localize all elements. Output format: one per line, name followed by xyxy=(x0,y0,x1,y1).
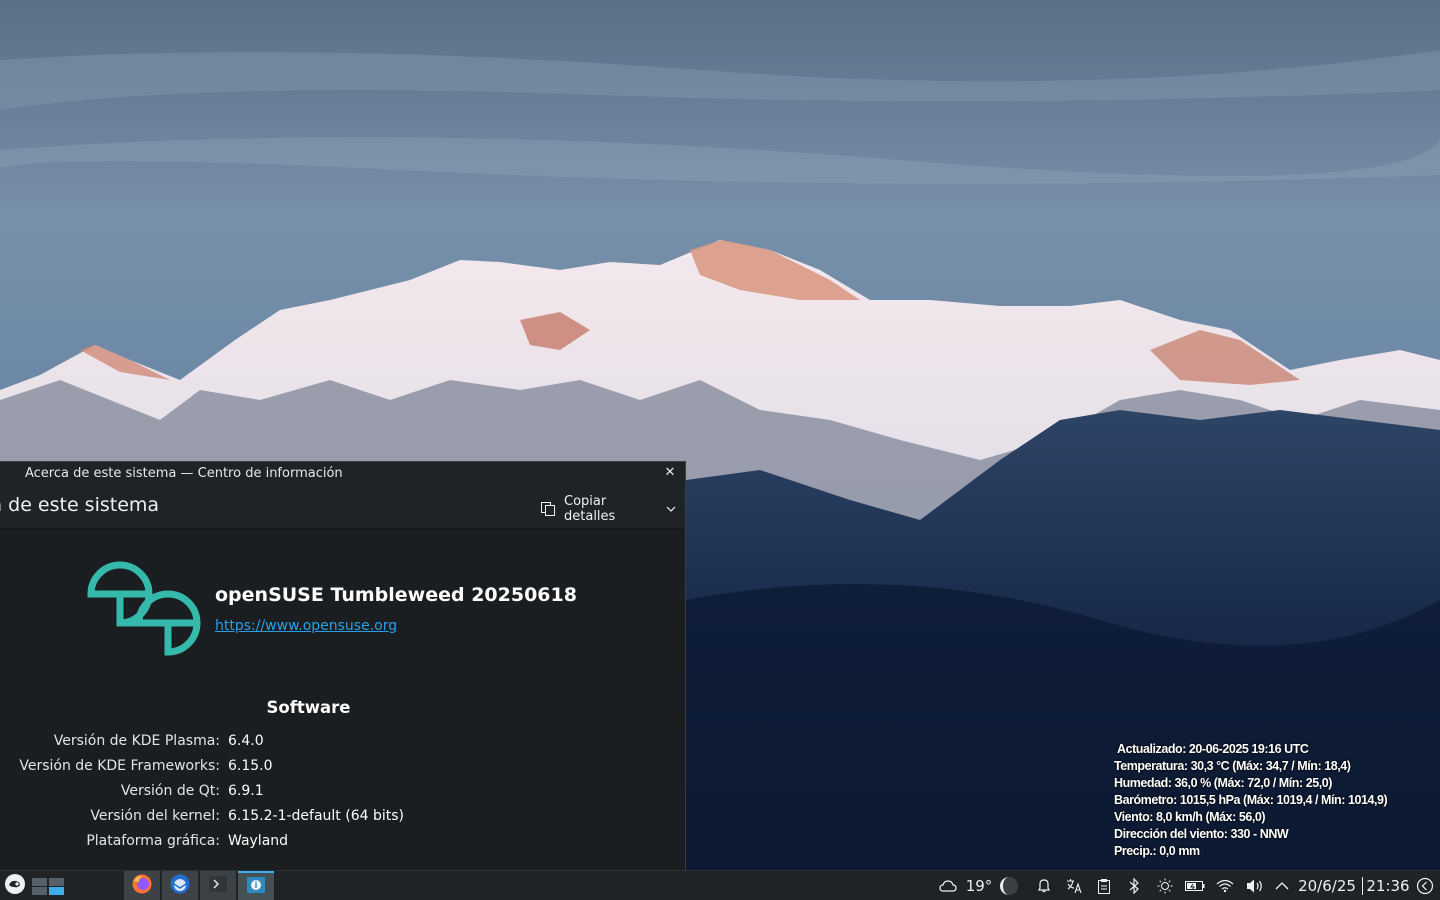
info-row: Plataforma gráfica: Wayland xyxy=(0,830,685,852)
info-label: Versión de Qt: xyxy=(120,783,220,799)
show-hidden-icon[interactable] xyxy=(1272,871,1292,900)
close-icon[interactable]: ✕ xyxy=(661,464,679,482)
wifi-icon[interactable] xyxy=(1214,871,1236,900)
opensuse-launcher-icon xyxy=(4,873,26,899)
weather-precipitation: Precip.: 0,0 mm xyxy=(1114,844,1200,858)
window-titlebar[interactable]: Acerca de este sistema — Centro de infor… xyxy=(0,462,685,486)
clock-time[interactable]: 21:36 xyxy=(1366,871,1410,900)
weather-wind-direction: Dirección del viento: 330 - NNW xyxy=(1114,827,1289,841)
copy-details-button[interactable]: Copiar detalles xyxy=(532,494,685,524)
info-row: Versión de Qt: 6.9.1 xyxy=(0,780,685,802)
clipboard-icon[interactable] xyxy=(1094,871,1114,900)
software-section-heading: Software xyxy=(266,698,351,717)
weather-updated: Actualizado: 20-06-2025 19:16 UTC xyxy=(1117,742,1309,756)
task-firefox[interactable] xyxy=(124,871,160,900)
translate-icon[interactable] xyxy=(1064,871,1084,900)
pager-icon xyxy=(32,878,64,895)
info-label: Plataforma gráfica: xyxy=(86,833,220,849)
peek-desktop-icon[interactable] xyxy=(1414,871,1436,900)
page-header: ca de este sistema Copiar detalles xyxy=(0,486,685,529)
weather-temperature: Temperatura: 30,3 °C (Máx: 34,7 / Mín: 1… xyxy=(1114,759,1351,773)
moon-icon[interactable] xyxy=(998,871,1020,900)
info-value: Wayland xyxy=(228,833,289,849)
info-value: 6.4.0 xyxy=(228,733,264,749)
weather-widget: Actualizado: 20-06-2025 19:16 UTC Temper… xyxy=(1114,741,1434,860)
weather-humidity: Humedad: 36,0 % (Máx: 72,0 / Mín: 25,0) xyxy=(1114,776,1332,790)
brightness-icon[interactable] xyxy=(1154,871,1176,900)
weather-pressure: Barómetro: 1015,5 hPa (Máx: 1019,4 / Mín… xyxy=(1114,793,1388,807)
task-konsole[interactable] xyxy=(200,871,236,900)
weather-wind: Viento: 8,0 km/h (Máx: 56,0) xyxy=(1114,810,1266,824)
page-title: ca de este sistema xyxy=(0,494,160,516)
thunderbird-icon xyxy=(169,873,191,899)
bluetooth-icon[interactable] xyxy=(1124,871,1144,900)
notifications-icon[interactable] xyxy=(1034,871,1054,900)
weather-cloud-icon[interactable] xyxy=(938,871,958,900)
info-row: Versión del kernel: 6.15.2-1-default (64… xyxy=(0,805,685,827)
info-value: 6.15.2-1-default (64 bits) xyxy=(228,808,404,824)
clock-separator xyxy=(1360,871,1364,900)
opensuse-logo xyxy=(86,553,202,673)
task-thunderbird[interactable] xyxy=(162,871,198,900)
distro-website-link[interactable]: https://www.opensuse.org xyxy=(215,618,397,634)
clock-date[interactable]: 20/6/25 xyxy=(1296,871,1358,900)
volume-icon[interactable] xyxy=(1244,871,1266,900)
virtual-desktop-pager[interactable] xyxy=(30,871,66,900)
info-value: 6.9.1 xyxy=(228,783,264,799)
about-content: openSUSE Tumbleweed 20250618 https://www… xyxy=(0,529,685,870)
distro-name: openSUSE Tumbleweed 20250618 xyxy=(215,584,577,606)
window-title: Acerca de este sistema — Centro de infor… xyxy=(25,466,343,481)
task-info-center[interactable] xyxy=(238,871,274,900)
info-row: Versión de KDE Frameworks: 6.15.0 xyxy=(0,755,685,777)
copy-details-label: Copiar detalles xyxy=(564,494,616,524)
app-launcher-button[interactable] xyxy=(2,871,28,900)
info-label: Versión del kernel: xyxy=(90,808,220,824)
info-center-icon xyxy=(245,874,267,900)
info-value: 6.15.0 xyxy=(228,758,273,774)
taskbar-panel: 19° 20/6/25 21:36 xyxy=(0,870,1440,900)
firefox-icon xyxy=(131,873,153,899)
info-center-window: Acerca de este sistema — Centro de infor… xyxy=(0,461,686,870)
weather-temperature-tray[interactable]: 19° xyxy=(962,871,996,900)
chevron-down-icon xyxy=(665,503,677,515)
info-row: Versión de KDE Plasma: 6.4.0 xyxy=(0,730,685,752)
battery-icon[interactable] xyxy=(1182,871,1208,900)
info-label: Versión de KDE Plasma: xyxy=(53,733,220,749)
info-label: Versión de KDE Frameworks: xyxy=(19,758,220,774)
konsole-icon xyxy=(207,873,229,899)
copy-icon xyxy=(540,501,556,517)
